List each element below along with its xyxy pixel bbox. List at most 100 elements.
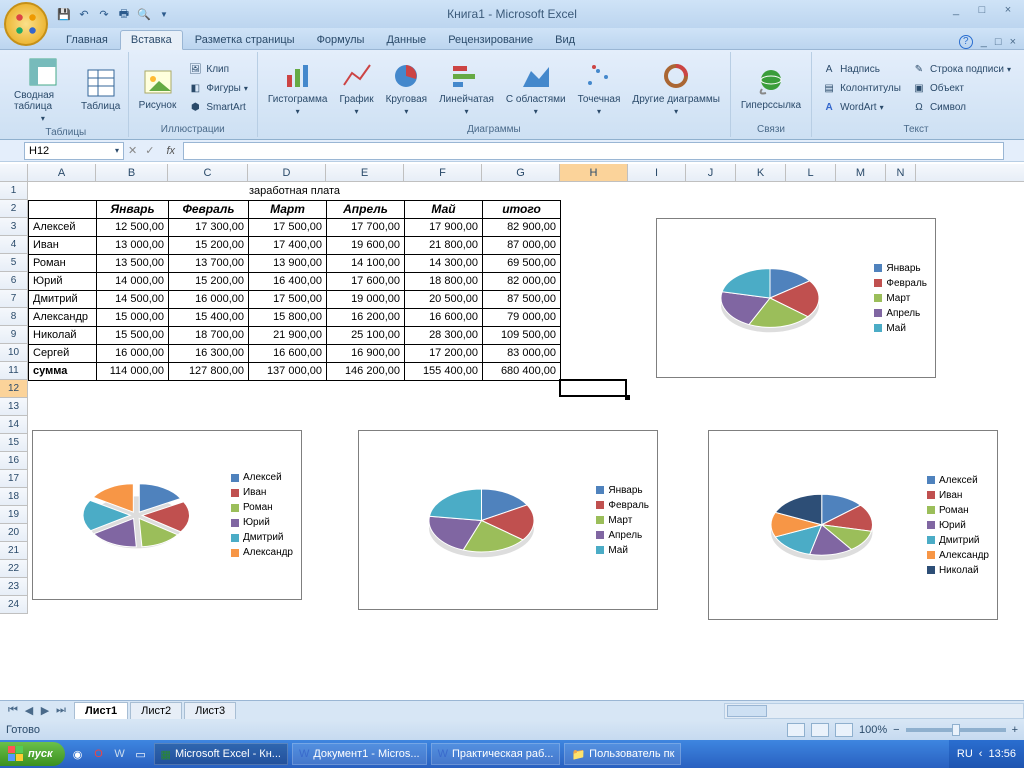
row-header-16[interactable]: 16 <box>0 452 28 470</box>
row-header-1[interactable]: 1 <box>0 182 28 200</box>
table-cell[interactable]: 13 900,00 <box>249 254 327 272</box>
row-header-5[interactable]: 5 <box>0 254 28 272</box>
row-header-24[interactable]: 24 <box>0 596 28 614</box>
table-cell[interactable]: 16 600,00 <box>249 344 327 362</box>
table-cell[interactable]: 17 700,00 <box>327 218 405 236</box>
row-header-17[interactable]: 17 <box>0 470 28 488</box>
row-header-23[interactable]: 23 <box>0 578 28 596</box>
view-pagelayout-button[interactable] <box>811 723 829 737</box>
table-cell[interactable]: 15 500,00 <box>97 326 169 344</box>
table-cell[interactable]: 25 100,00 <box>327 326 405 344</box>
zoom-level[interactable]: 100% <box>859 724 887 736</box>
table-cell[interactable]: 15 000,00 <box>97 308 169 326</box>
cell-H2[interactable] <box>560 200 628 218</box>
table-cell[interactable]: 28 300,00 <box>405 326 483 344</box>
row-header-21[interactable]: 21 <box>0 542 28 560</box>
sheet-prev-icon[interactable]: ◀ <box>22 704 36 717</box>
embedded-chart[interactable]: АлексейИванРоманЮрийДмитрийАлександр <box>32 430 302 600</box>
table-cell[interactable]: Иван <box>29 236 97 254</box>
cell-H11[interactable] <box>560 362 628 380</box>
tray-arrow-icon[interactable]: ‹ <box>979 748 983 760</box>
row-header-18[interactable]: 18 <box>0 488 28 506</box>
sheet-last-icon[interactable]: ⏭ <box>54 704 68 717</box>
table-cell[interactable]: 16 200,00 <box>327 308 405 326</box>
taskbar-item[interactable]: ▦Microsoft Excel - Кн... <box>154 743 288 765</box>
sheet-tab-3[interactable]: Лист3 <box>184 702 236 719</box>
col-header-C[interactable]: C <box>168 164 248 181</box>
table-cell[interactable]: 14 100,00 <box>327 254 405 272</box>
print-preview-icon[interactable]: 🔍 <box>136 6 152 22</box>
table-cell[interactable]: 16 900,00 <box>327 344 405 362</box>
select-all-corner[interactable] <box>0 164 28 181</box>
table-cell[interactable]: 17 900,00 <box>405 218 483 236</box>
table-cell[interactable]: 21 800,00 <box>405 236 483 254</box>
col-header-J[interactable]: J <box>686 164 736 181</box>
cell-H1[interactable] <box>560 182 628 200</box>
table-cell[interactable]: 17 600,00 <box>327 272 405 290</box>
table-cell[interactable]: 69 500,00 <box>483 254 561 272</box>
row-header-12[interactable]: 12 <box>0 380 28 398</box>
cell-E13[interactable] <box>326 398 404 416</box>
table-cell[interactable]: 19 600,00 <box>327 236 405 254</box>
cell-L1[interactable] <box>786 182 836 200</box>
embedded-chart[interactable]: АлексейИванРоманЮрийДмитрийАлександрНико… <box>708 430 998 620</box>
table-cell[interactable]: 87 500,00 <box>483 290 561 308</box>
hyperlink-button[interactable]: Гиперссылка <box>737 64 805 113</box>
fill-handle[interactable] <box>625 395 630 400</box>
row-header-4[interactable]: 4 <box>0 236 28 254</box>
table-cell[interactable]: 109 500,00 <box>483 326 561 344</box>
help-icon[interactable]: ? <box>959 35 973 49</box>
cell-F12[interactable] <box>404 380 482 398</box>
col-header-K[interactable]: K <box>736 164 786 181</box>
table-cell[interactable]: 18 700,00 <box>169 326 249 344</box>
cell-H8[interactable] <box>560 308 628 326</box>
table-cell[interactable]: Сергей <box>29 344 97 362</box>
col-header-E[interactable]: E <box>326 164 404 181</box>
table-cell[interactable]: 15 200,00 <box>169 236 249 254</box>
word-icon[interactable]: W <box>111 745 129 763</box>
maximize-button[interactable]: □ <box>972 4 992 16</box>
table-cell[interactable]: 16 300,00 <box>169 344 249 362</box>
table-cell[interactable]: 16 400,00 <box>249 272 327 290</box>
row-header-3[interactable]: 3 <box>0 218 28 236</box>
view-pagebreak-button[interactable] <box>835 723 853 737</box>
table-cell[interactable]: 16 600,00 <box>405 308 483 326</box>
table-cell[interactable]: 155 400,00 <box>405 362 483 380</box>
tab-formulas[interactable]: Формулы <box>307 31 375 49</box>
table-cell[interactable]: 20 500,00 <box>405 290 483 308</box>
qat-more-icon[interactable]: ▼ <box>156 6 172 22</box>
table-cell[interactable]: 16 000,00 <box>169 290 249 308</box>
cell-G12[interactable] <box>482 380 560 398</box>
cell-H6[interactable] <box>560 272 628 290</box>
table-cell[interactable]: 114 000,00 <box>97 362 169 380</box>
cell-I13[interactable] <box>628 398 686 416</box>
row-header-22[interactable]: 22 <box>0 560 28 578</box>
table-cell[interactable]: 18 800,00 <box>405 272 483 290</box>
table-cell[interactable]: 17 500,00 <box>249 218 327 236</box>
object-button[interactable]: ▣Объект <box>908 79 1014 97</box>
table-cell[interactable]: 15 400,00 <box>169 308 249 326</box>
row-header-20[interactable]: 20 <box>0 524 28 542</box>
table-cell[interactable]: Юрий <box>29 272 97 290</box>
table-cell[interactable]: 17 400,00 <box>249 236 327 254</box>
tab-view[interactable]: Вид <box>545 31 585 49</box>
table-cell[interactable]: 21 900,00 <box>249 326 327 344</box>
cell-I12[interactable] <box>628 380 686 398</box>
cell-H5[interactable] <box>560 254 628 272</box>
shapes-button[interactable]: ◧Фигуры▾ <box>184 79 251 97</box>
col-header-N[interactable]: N <box>886 164 916 181</box>
row-header-7[interactable]: 7 <box>0 290 28 308</box>
cell-J13[interactable] <box>686 398 736 416</box>
row-header-14[interactable]: 14 <box>0 416 28 434</box>
picture-button[interactable]: Рисунок <box>135 64 181 113</box>
embedded-chart[interactable]: ЯнварьФевральМартАпрельМай <box>656 218 936 378</box>
sigline-button[interactable]: ✎Строка подписи▾ <box>908 60 1014 78</box>
row-header-13[interactable]: 13 <box>0 398 28 416</box>
horiz-scrollbar[interactable] <box>724 703 1024 719</box>
minimize-button[interactable]: _ <box>946 4 966 16</box>
table-cell[interactable]: 17 200,00 <box>405 344 483 362</box>
cancel-icon[interactable]: ✕ <box>128 144 137 157</box>
tab-insert[interactable]: Вставка <box>120 30 183 50</box>
doc-close-button[interactable]: × <box>1010 36 1016 48</box>
undo-icon[interactable]: ↶ <box>76 6 92 22</box>
